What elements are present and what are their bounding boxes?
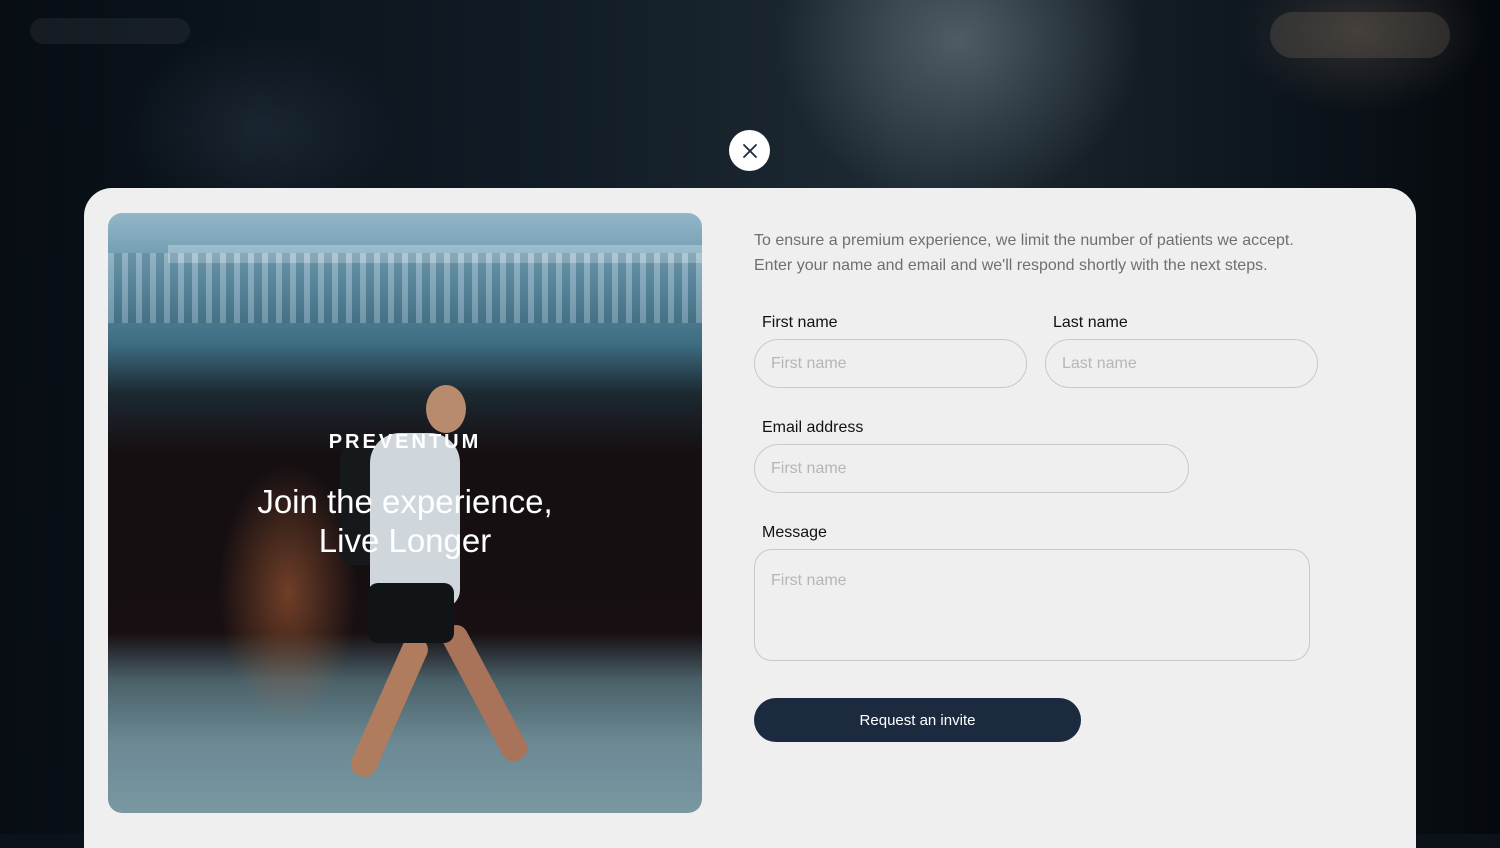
request-invite-button[interactable]: Request an invite — [754, 698, 1081, 742]
hero-runner-head — [426, 385, 466, 433]
close-button[interactable] — [729, 130, 770, 171]
intro-line1: To ensure a premium experience, we limit… — [754, 232, 1294, 249]
hero-runner-leg — [346, 633, 432, 781]
close-icon — [742, 143, 757, 158]
last-name-label: Last name — [1053, 314, 1128, 331]
hero-image: PREVENTUM Join the experience, Live Long… — [108, 213, 702, 813]
invite-modal: PREVENTUM Join the experience, Live Long… — [84, 188, 1416, 848]
email-label: Email address — [762, 419, 864, 436]
message-label: Message — [762, 524, 827, 541]
hero-runner-shorts — [368, 583, 454, 643]
last-name-input[interactable] — [1045, 339, 1318, 388]
first-name-input[interactable] — [754, 339, 1027, 388]
email-input[interactable] — [754, 444, 1189, 493]
hero-building-stripes — [108, 253, 702, 323]
hero-text: PREVENTUM Join the experience, Live Long… — [108, 431, 702, 560]
intro-text: To ensure a premium experience, we limit… — [754, 228, 1354, 278]
brand-logo: PREVENTUM — [328, 431, 482, 453]
first-name-label: First name — [762, 314, 838, 331]
blurred-header-button — [1270, 12, 1450, 58]
message-textarea[interactable] — [754, 549, 1310, 661]
blurred-logo — [30, 18, 190, 44]
intro-line2: Enter your name and email and we'll resp… — [754, 257, 1268, 274]
hero-headline-line2: Live Longer — [318, 522, 492, 559]
hero-runner-leg — [438, 620, 532, 766]
hero-headline: Join the experience, Live Longer — [108, 482, 702, 560]
hero-headline-line1: Join the experience, — [257, 483, 553, 520]
